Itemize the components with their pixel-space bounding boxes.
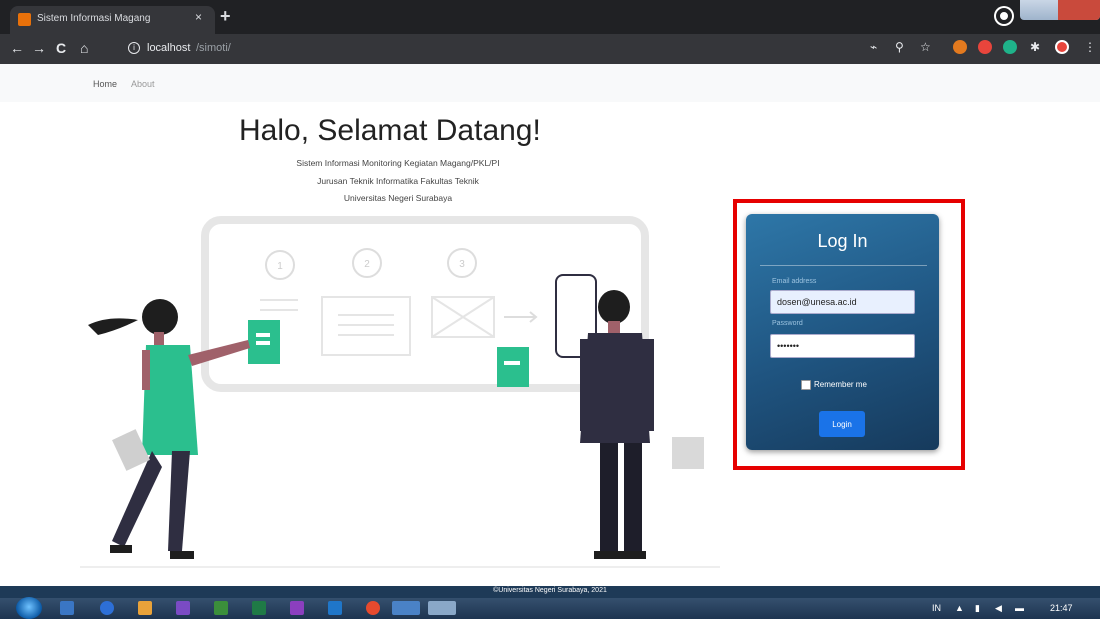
remember-me-checkbox[interactable]: [801, 380, 811, 390]
tab-close-icon[interactable]: ×: [195, 10, 202, 24]
email-field[interactable]: [770, 290, 915, 314]
extension-2-icon[interactable]: [978, 40, 992, 54]
footer-text: ©Universitas Negeri Surabaya, 2021: [493, 587, 607, 594]
new-tab-button[interactable]: +: [220, 6, 231, 27]
remember-me-label: Remember me: [814, 380, 867, 389]
email-label: Email address: [772, 278, 817, 285]
hero-subtitle-line-1: Sistem Informasi Monitoring Kegiatan Mag…: [296, 158, 500, 168]
svg-text:2: 2: [364, 259, 370, 270]
nav-link-home[interactable]: Home: [93, 79, 117, 89]
tab-favicon-icon: [18, 13, 31, 26]
tray-arrow-icon[interactable]: ▲: [955, 603, 964, 613]
green-document-right: [497, 347, 529, 387]
password-label: Password: [772, 320, 803, 327]
top-navbar: [0, 64, 1100, 102]
window-close-button[interactable]: [1058, 0, 1100, 20]
extension-key-icon[interactable]: ⌁: [870, 40, 877, 54]
zoom-icon[interactable]: ⚲: [895, 40, 904, 54]
tray-network-icon[interactable]: ▮: [975, 603, 980, 614]
tray-volume-icon[interactable]: ◀: [995, 603, 1002, 614]
svg-text:3: 3: [459, 259, 465, 270]
hero-title: Halo, Selamat Datang!: [239, 114, 541, 147]
taskbar-app-10-icon[interactable]: [428, 601, 456, 615]
address-bar[interactable]: [120, 38, 860, 60]
taskbar-chrome-icon[interactable]: [366, 601, 380, 615]
tab-title: Sistem Informasi Magang: [37, 13, 151, 24]
tray-battery-icon[interactable]: ▬: [1015, 603, 1024, 613]
profile-avatar[interactable]: [1055, 40, 1069, 54]
menu-kebab-icon[interactable]: ⋮: [1084, 40, 1096, 54]
extension-1-icon[interactable]: [953, 40, 967, 54]
password-field[interactable]: [770, 334, 915, 358]
hero-illustration: 1 2 3: [80, 216, 720, 568]
taskbar-word-icon[interactable]: [328, 601, 342, 615]
url-host: localhost: [147, 42, 191, 54]
reload-button[interactable]: C: [56, 40, 66, 56]
url-path: /simoti/: [196, 42, 231, 54]
hero-subtitle-line-3: Universitas Negeri Surabaya: [343, 193, 453, 203]
tray-language[interactable]: IN: [932, 603, 941, 613]
login-button[interactable]: Login: [819, 411, 865, 437]
tray-clock[interactable]: 21:47: [1050, 603, 1073, 613]
start-button[interactable]: [16, 597, 42, 619]
back-button[interactable]: ←: [10, 40, 24, 56]
taskbar-app-7-icon[interactable]: [290, 601, 304, 615]
home-button[interactable]: ⌂: [80, 40, 88, 56]
svg-text:1: 1: [277, 261, 283, 272]
hero-subtitle-line-2: Jurusan Teknik Informatika Fakultas Tekn…: [317, 176, 479, 186]
forward-button[interactable]: →: [32, 40, 46, 56]
taskbar-explorer-icon[interactable]: [60, 601, 74, 615]
taskbar-excel-icon[interactable]: [252, 601, 266, 615]
taskbar-ie-icon[interactable]: [100, 601, 114, 615]
taskbar-active-window[interactable]: [392, 601, 420, 615]
login-divider: [760, 265, 927, 266]
taskbar-app-5-icon[interactable]: [214, 601, 228, 615]
browser-tab[interactable]: Sistem Informasi Magang ×: [10, 6, 215, 34]
login-title: Log In: [817, 231, 868, 251]
bookmark-star-icon[interactable]: ☆: [920, 40, 931, 54]
woman-figure: [88, 299, 250, 559]
extensions-puzzle-icon[interactable]: ✱: [1030, 40, 1040, 54]
chrome-profile-icon[interactable]: [996, 8, 1012, 24]
extension-3-icon[interactable]: [1003, 40, 1017, 54]
taskbar-folder-icon[interactable]: [138, 601, 152, 615]
taskbar-vs-icon[interactable]: [176, 601, 190, 615]
site-info-icon[interactable]: i: [128, 42, 140, 54]
nav-link-about[interactable]: About: [131, 79, 155, 89]
